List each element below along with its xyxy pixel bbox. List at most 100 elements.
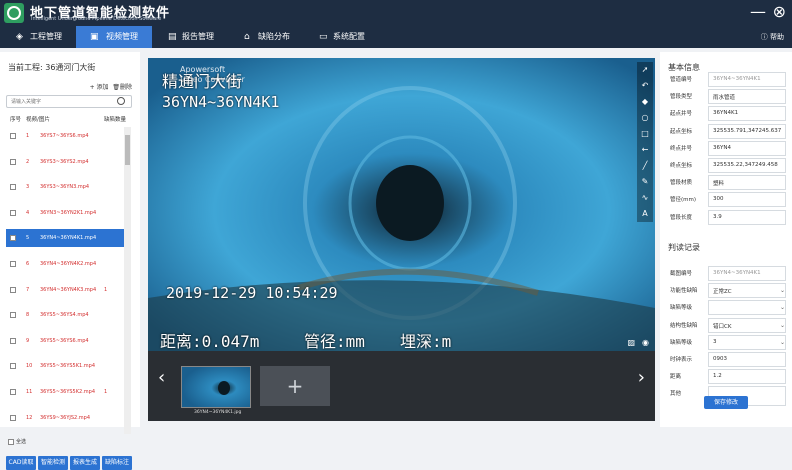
- minimize-button[interactable]: —: [750, 2, 766, 22]
- row-checkbox[interactable]: [10, 235, 16, 242]
- image-icon[interactable]: ▨: [627, 338, 635, 347]
- eraser-icon[interactable]: ◆: [637, 94, 653, 110]
- close-button[interactable]: ⊗: [773, 2, 786, 22]
- chevron-down-icon[interactable]: ⌄: [780, 322, 785, 329]
- form-field: 结构性缺陷 错口CK ⌄: [668, 317, 788, 333]
- text-icon[interactable]: A: [637, 206, 653, 222]
- field-input[interactable]: 36YN4K1: [708, 106, 786, 122]
- field-label: 缺陷等级: [670, 339, 693, 346]
- field-input[interactable]: 塑料: [708, 175, 786, 191]
- search-input[interactable]: [6, 95, 132, 108]
- field-input[interactable]: 0903: [708, 352, 786, 367]
- menu-report[interactable]: ▤ 报告管理: [166, 26, 226, 48]
- save-button[interactable]: 保存修改: [704, 396, 748, 409]
- chevron-down-icon[interactable]: ⌄: [780, 287, 785, 294]
- pointer-icon[interactable]: ➚: [637, 62, 653, 78]
- table-row[interactable]: 3 36YS3~36YN3.mp4: [6, 178, 124, 196]
- field-input[interactable]: 325535.791,347245.637: [708, 123, 786, 139]
- curve-icon[interactable]: ∿: [637, 190, 653, 206]
- circle-icon[interactable]: ○: [637, 110, 653, 126]
- table-row[interactable]: 7 36YN4~36YN4K3.mp4 1: [6, 281, 124, 299]
- cad-read-button[interactable]: CAD读取: [6, 456, 36, 470]
- help-button[interactable]: ⓘ 帮助: [761, 26, 784, 48]
- report-generate-button[interactable]: 报表生成: [70, 456, 100, 470]
- trash-icon[interactable]: 🗑: [112, 84, 120, 91]
- table-row[interactable]: 9 36YS5~36YS6.mp4: [6, 332, 124, 350]
- row-checkbox[interactable]: [10, 312, 16, 319]
- add-button[interactable]: + 添加: [90, 84, 109, 91]
- prev-arrow-icon[interactable]: ‹: [158, 367, 165, 388]
- defect-mark-button[interactable]: 缺陷标注: [102, 456, 132, 470]
- row-checkbox[interactable]: [10, 337, 16, 344]
- row-checkbox[interactable]: [10, 184, 16, 191]
- menu-project[interactable]: ◈ 工程管理: [14, 26, 76, 48]
- list-scrollbar[interactable]: [124, 127, 131, 434]
- menu-defect[interactable]: ⌂ 缺陷分布: [242, 26, 302, 48]
- field-input[interactable]: 错口CK: [708, 317, 786, 333]
- field-input[interactable]: 325535.22,347249.458: [708, 158, 786, 173]
- field-label: 距离: [670, 374, 682, 381]
- search-icon[interactable]: [117, 97, 125, 105]
- table-row[interactable]: 12 36YS9~36YJS2.mp4: [6, 409, 124, 427]
- field-input[interactable]: 1.2: [708, 369, 786, 385]
- info-panel: 基本信息 管道编号 36YN4~36YN4K1 管段类型 雨水管道 起点井号 36YN4K…: [660, 52, 792, 427]
- pencil-icon[interactable]: ✎: [637, 174, 653, 190]
- select-all-checkbox[interactable]: [8, 438, 14, 445]
- video-list-panel: 当前工程: 36通河门大街 + 添加 🗑删除 序号 视频/图片 缺陷数量 136…: [0, 52, 140, 470]
- rectangle-icon[interactable]: □: [637, 126, 653, 142]
- row-checkbox[interactable]: [10, 261, 16, 267]
- add-thumbnail-button[interactable]: +: [260, 366, 330, 406]
- row-filename: 36YS5~36YS6.mp4: [40, 337, 89, 344]
- row-checkbox[interactable]: [10, 209, 16, 216]
- next-arrow-icon[interactable]: ›: [638, 367, 645, 388]
- table-row[interactable]: 5 36YN4~36YN4K1.mp4: [6, 229, 124, 248]
- field-input[interactable]: 36YN4~36YN4K1: [708, 72, 786, 87]
- title-bar: 地下管道智能检测软件 Intelligent Underground Pipel…: [0, 0, 792, 26]
- row-filename: 36YS3~36YS2.mp4: [40, 158, 89, 165]
- row-number: 5: [26, 235, 30, 242]
- row-checkbox[interactable]: [10, 389, 16, 395]
- field-input[interactable]: 正常ZC: [708, 283, 786, 299]
- field-input[interactable]: [708, 300, 786, 316]
- overlay-timestamp: 2019-12-29 10:54:29: [166, 284, 338, 302]
- field-input[interactable]: 36YN4~36YN4K1: [708, 266, 786, 281]
- table-row[interactable]: 11 36YS5~36YS5K2.mp4 1: [6, 383, 124, 401]
- field-input[interactable]: 3.9: [708, 209, 786, 225]
- thumbnail-item[interactable]: [181, 366, 251, 408]
- row-filename: 36YS9~36YJS2.mp4: [40, 414, 91, 421]
- thumbnail-label: 36YN4~36YN4K1.jpg: [194, 410, 242, 415]
- delete-button[interactable]: 删除: [120, 84, 132, 91]
- table-row[interactable]: 6 36YN4~36YN4K2.mp4: [6, 255, 124, 273]
- row-checkbox[interactable]: [10, 158, 16, 165]
- row-checkbox[interactable]: [10, 133, 16, 139]
- menu-config[interactable]: ▭ 系统配置: [317, 26, 377, 48]
- list-tools: + 添加 🗑删除: [90, 82, 132, 91]
- chevron-down-icon[interactable]: ⌄: [780, 339, 785, 346]
- row-checkbox[interactable]: [10, 414, 16, 421]
- smart-detect-button[interactable]: 智能检测: [38, 456, 68, 470]
- table-row[interactable]: 10 36YS5~36YS5K1.mp4: [6, 357, 124, 375]
- camera-icon[interactable]: ◉: [642, 338, 649, 347]
- table-row[interactable]: 4 36YN3~36YN2K1.mp4: [6, 204, 124, 222]
- table-row[interactable]: 2 36YS3~36YS2.mp4: [6, 153, 124, 171]
- layers-icon: ◈: [16, 32, 23, 42]
- arrow-icon[interactable]: ←: [637, 142, 653, 158]
- field-input[interactable]: 36YN4: [708, 140, 786, 156]
- select-all[interactable]: 全选: [8, 438, 26, 445]
- chevron-down-icon[interactable]: ⌄: [780, 304, 785, 311]
- row-filename: 36YS5~36YS4.mp4: [40, 312, 89, 319]
- video-player[interactable]: Apowersoft Video Converter 精通门大街 36YN4~3…: [148, 58, 655, 351]
- table-row[interactable]: 1 36YS7~36YS6.mp4: [6, 127, 124, 145]
- menu-video[interactable]: ▣ 视频管理: [76, 26, 152, 48]
- field-input[interactable]: 雨水管道: [708, 89, 786, 105]
- form-field: 起点坐标 325535.791,347245.637: [668, 123, 788, 139]
- form-field: 距离 1.2: [668, 369, 788, 385]
- table-row[interactable]: 8 36YS5~36YS4.mp4: [6, 306, 124, 324]
- field-input[interactable]: 3: [708, 334, 786, 350]
- row-checkbox[interactable]: [10, 363, 16, 370]
- undo-icon[interactable]: ↶: [637, 78, 653, 94]
- line-icon[interactable]: ╱: [637, 158, 653, 174]
- row-checkbox[interactable]: [10, 286, 16, 293]
- field-input[interactable]: 300: [708, 192, 786, 208]
- row-defect-count: 1: [104, 389, 108, 395]
